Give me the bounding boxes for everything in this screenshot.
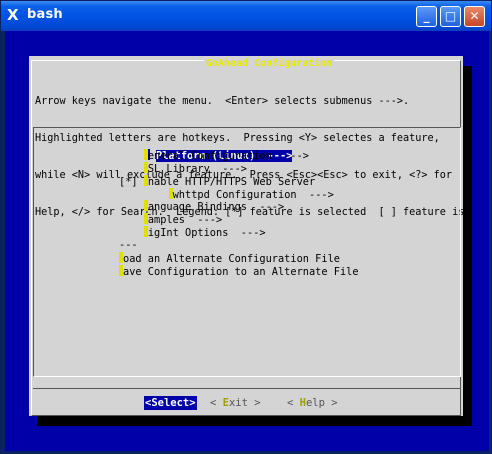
menu-item-label: amples ---> [147, 214, 223, 227]
menu-item-language-bindings[interactable]: anguage Bindings ---> [119, 200, 449, 213]
menu-item-label: whttpd Configuration ---> [172, 188, 334, 201]
menu-item-platform[interactable]: Platform (Linux) ---> [119, 136, 449, 162]
menu-item-label: ave Configuration to an Alternate File [123, 265, 359, 278]
dialog-title: GoAhead Configuration [204, 58, 335, 69]
menu-list: Platform (Linux) ---> eneral Configurati… [119, 136, 449, 278]
exit-bracket: < [210, 397, 223, 409]
close-button[interactable]: ✕ [464, 6, 485, 27]
menu-item-enable-web-server[interactable]: [*] nable HTTP/HTTPS Web Server [119, 174, 449, 188]
exit-label: xit > [228, 397, 261, 409]
maximize-icon: □ [444, 9, 457, 23]
dialog-shadow-bottom [37, 416, 472, 426]
menu-item-label: SL Library ---> [147, 162, 248, 175]
button-bar: <Select> < Exit > < Help > [33, 396, 461, 410]
checkbox-selected[interactable]: [*] [119, 176, 144, 188]
menu-item-label: igInt Options ---> [147, 227, 266, 240]
help-button[interactable]: < Help > [287, 396, 338, 410]
dialog-shadow-right [463, 66, 472, 426]
close-icon: ✕ [469, 9, 480, 23]
exit-button[interactable]: < Exit > [210, 396, 261, 410]
menu-item-load-config[interactable]: oad an Alternate Configuration File [119, 252, 449, 265]
window-title: bash [27, 7, 63, 22]
menu-item-general-configuration[interactable]: eneral Configuration ---> [119, 148, 449, 162]
select-button[interactable]: <Select> [144, 396, 197, 410]
menu-separator: --- [119, 239, 449, 252]
help-bracket: < [287, 397, 300, 409]
menu-item-label: anguage Bindings ---> [147, 201, 285, 214]
title-bar[interactable]: X bash _ □ ✕ [1, 1, 491, 31]
separator-label: --- [119, 239, 138, 252]
help-line: Arrow keys navigate the menu. <Enter> se… [35, 95, 410, 107]
menu-item-label: oad an Alternate Configuration File [123, 253, 340, 266]
menu-item-ssl-library[interactable]: SL Library ---> [119, 161, 449, 175]
menu-item-samples[interactable]: amples ---> [119, 213, 449, 226]
help-label: elp > [305, 397, 338, 409]
menu-item-save-config[interactable]: ave Configuration to an Alternate File [119, 264, 449, 278]
menu-item-label: nable HTTP/HTTPS Web Server [147, 175, 316, 188]
x-logo-icon: X [7, 6, 19, 24]
menu-item-whttpd-configuration[interactable]: whttpd Configuration ---> [119, 187, 449, 201]
button-separator [33, 388, 461, 389]
maximize-button[interactable]: □ [440, 6, 461, 27]
menu-item-sigint-options[interactable]: igInt Options ---> [119, 226, 449, 239]
minimize-icon: _ [423, 9, 430, 23]
menu-item-label: eneral Configuration ---> [147, 149, 309, 162]
minimize-button[interactable]: _ [416, 6, 437, 27]
